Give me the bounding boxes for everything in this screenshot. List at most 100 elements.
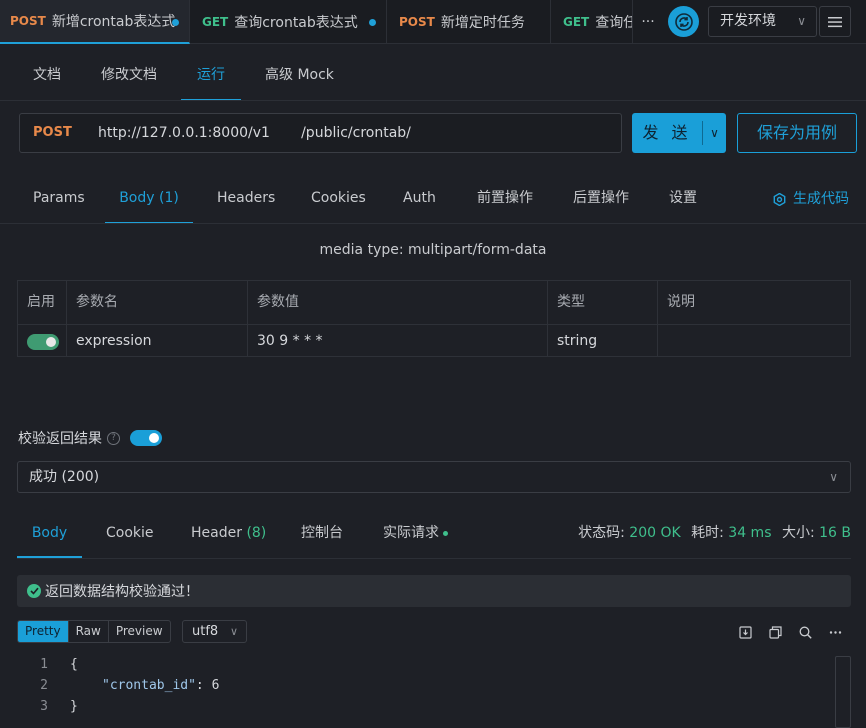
send-label: 发 送 bbox=[642, 123, 692, 142]
method-select[interactable]: POST bbox=[33, 125, 72, 140]
unsaved-dot bbox=[369, 19, 376, 26]
code-line: "crontab_id": 6 bbox=[102, 678, 219, 693]
tab-doc[interactable]: 文档 bbox=[33, 56, 61, 101]
header-count: (8) bbox=[246, 525, 267, 541]
response-tabs: Body Cookie Header (8) 控制台 实际请求 状态码: 200… bbox=[0, 509, 866, 559]
tab-post-ops[interactable]: 后置操作 bbox=[573, 174, 629, 224]
column-header: 类型 bbox=[548, 281, 658, 324]
enable-toggle[interactable] bbox=[27, 334, 59, 350]
more-icon[interactable] bbox=[827, 624, 843, 640]
time-value: 34 ms bbox=[728, 525, 772, 541]
validate-label: 校验返回结果 bbox=[18, 431, 102, 447]
environment-label: 开发环境 bbox=[720, 13, 776, 29]
request-tab[interactable]: POST 新增定时任务 bbox=[389, 0, 551, 44]
chevron-down-icon: ∨ bbox=[229, 625, 238, 638]
request-tab[interactable]: GET 查询crontab表达式 bbox=[192, 0, 387, 44]
param-value-cell[interactable]: 30 9 * * * bbox=[248, 324, 548, 357]
check-circle-icon bbox=[27, 584, 41, 598]
encoding-select[interactable]: utf8 ∨ bbox=[182, 620, 247, 643]
line-number: 2 bbox=[40, 678, 48, 693]
tab-params[interactable]: Params bbox=[33, 174, 85, 224]
check-icon bbox=[29, 587, 39, 595]
tab-response-body[interactable]: Body bbox=[17, 509, 82, 558]
validate-toggle[interactable] bbox=[130, 430, 162, 446]
more-tabs-icon[interactable]: ··· bbox=[638, 12, 658, 32]
tab-settings[interactable]: 设置 bbox=[669, 174, 697, 224]
request-tab-bar: POST 新增crontab表达式 GET 查询crontab表达式 POST … bbox=[0, 0, 866, 44]
divider bbox=[0, 100, 866, 101]
url-input[interactable]: POST http://127.0.0.1:8000/v1 /public/cr… bbox=[19, 113, 622, 153]
format-preview-button[interactable]: Preview bbox=[109, 621, 170, 642]
line-number: 3 bbox=[40, 699, 48, 714]
copy-icon[interactable] bbox=[767, 624, 783, 640]
format-raw-button[interactable]: Raw bbox=[69, 621, 109, 642]
search-icon[interactable] bbox=[797, 624, 813, 640]
json-separator: : bbox=[195, 678, 212, 693]
method-badge: GET bbox=[202, 15, 229, 29]
menu-button[interactable] bbox=[819, 6, 851, 37]
divider bbox=[0, 223, 866, 224]
param-description-cell[interactable] bbox=[658, 324, 850, 357]
sync-icon bbox=[674, 12, 693, 31]
status-dot bbox=[443, 530, 448, 536]
media-type-label: media type: multipart/form-data bbox=[319, 242, 547, 258]
json-key: "crontab_id" bbox=[102, 678, 196, 693]
body-param-table: 启用 参数名 参数值 类型 说明 expression 30 9 * * * s… bbox=[17, 280, 851, 357]
divider bbox=[17, 558, 851, 559]
size-value: 16 B bbox=[819, 525, 851, 541]
url-text[interactable]: http://127.0.0.1:8000/v1 /public/crontab… bbox=[98, 125, 411, 141]
tab-edit-doc[interactable]: 修改文档 bbox=[101, 56, 157, 101]
toggle-knob bbox=[46, 337, 56, 347]
tab-advanced-mock[interactable]: 高级 Mock bbox=[265, 56, 334, 101]
response-body-editor[interactable]: 1 { 2 "crontab_id": 6 3 } bbox=[0, 652, 866, 728]
status-code-label: 状态码: bbox=[578, 525, 625, 541]
encoding-value: utf8 bbox=[192, 624, 219, 639]
download-icon[interactable] bbox=[737, 624, 753, 640]
validation-message: 返回数据结构校验通过！ bbox=[45, 584, 199, 600]
request-tab-title: 查询任务 bbox=[595, 15, 632, 31]
tab-response-cookie[interactable]: Cookie bbox=[106, 509, 154, 558]
tab-cookies[interactable]: Cookies bbox=[311, 174, 366, 224]
format-pretty-button[interactable]: Pretty bbox=[18, 621, 69, 642]
gear-icon bbox=[773, 192, 786, 206]
tab-run[interactable]: 运行 bbox=[181, 56, 241, 101]
chevron-down-icon: ∨ bbox=[829, 470, 838, 484]
method-badge: POST bbox=[10, 14, 46, 28]
line-number: 1 bbox=[40, 657, 48, 672]
chevron-down-icon: ∨ bbox=[797, 14, 806, 28]
request-tab-title: 新增crontab表达式 bbox=[51, 14, 176, 30]
scrollbar[interactable] bbox=[835, 656, 851, 728]
generate-code-label: 生成代码 bbox=[793, 191, 849, 207]
request-tab[interactable]: POST 新增crontab表达式 bbox=[0, 0, 190, 44]
doc-tabs: 文档 修改文档 运行 高级 Mock bbox=[0, 56, 866, 101]
request-tab[interactable]: GET 查询任务 bbox=[553, 0, 633, 44]
method-badge: POST bbox=[399, 15, 435, 29]
tab-headers[interactable]: Headers bbox=[217, 174, 275, 224]
param-tabs: Params Body (1) Headers Cookies Auth 前置操… bbox=[0, 174, 866, 224]
status-select-value: 成功 (200) bbox=[29, 469, 100, 485]
param-type-cell[interactable]: string bbox=[548, 324, 658, 357]
column-header: 参数名 bbox=[67, 281, 248, 324]
response-status-select[interactable]: 成功 (200) ∨ bbox=[17, 461, 851, 493]
send-button[interactable]: 发 送 ∨ bbox=[632, 113, 726, 153]
tab-body[interactable]: Body (1) bbox=[105, 174, 193, 224]
param-name-cell[interactable]: expression bbox=[67, 324, 248, 357]
chevron-down-icon[interactable]: ∨ bbox=[703, 113, 726, 153]
environment-select[interactable]: 开发环境 ∨ bbox=[708, 6, 817, 37]
tab-actual-request[interactable]: 实际请求 bbox=[383, 509, 448, 558]
tab-pre-ops[interactable]: 前置操作 bbox=[477, 174, 533, 224]
request-tab-title: 新增定时任务 bbox=[440, 15, 525, 31]
size-label: 大小: bbox=[781, 525, 815, 541]
help-icon[interactable]: ? bbox=[107, 431, 120, 445]
column-header: 参数值 bbox=[248, 281, 548, 324]
unsaved-dot bbox=[172, 19, 179, 26]
tab-response-header[interactable]: Header (8) bbox=[191, 509, 266, 558]
validation-banner: 返回数据结构校验通过！ bbox=[17, 575, 851, 607]
tab-console[interactable]: 控制台 bbox=[301, 509, 343, 558]
status-code-value: 200 OK bbox=[629, 525, 681, 541]
sync-button[interactable] bbox=[668, 6, 699, 37]
generate-code-button[interactable]: 生成代码 bbox=[773, 174, 849, 224]
tab-auth[interactable]: Auth bbox=[403, 174, 436, 224]
method-badge: GET bbox=[563, 15, 590, 29]
save-as-case-button[interactable]: 保存为用例 bbox=[737, 113, 857, 153]
